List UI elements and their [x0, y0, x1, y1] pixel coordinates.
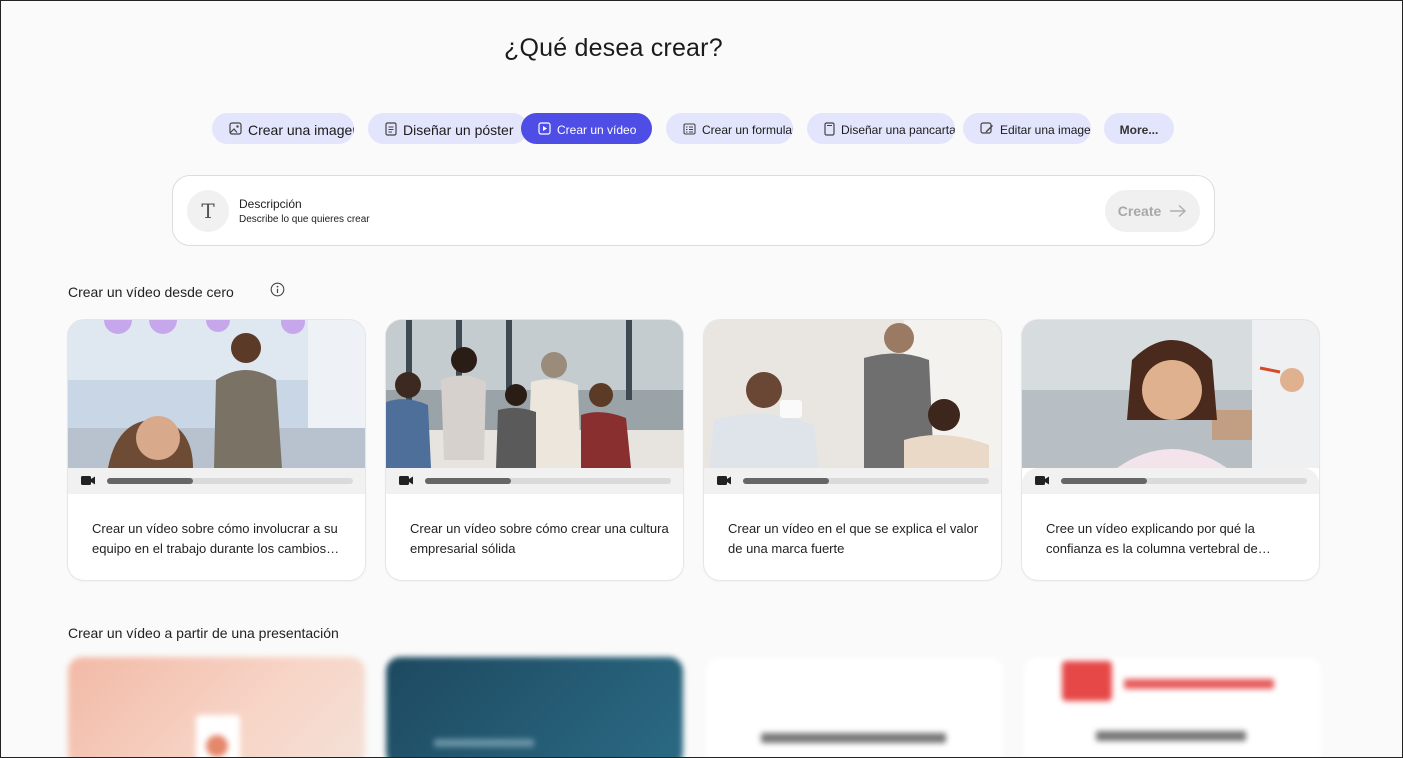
- card-description: Crear un vídeo sobre cómo involucrar a s…: [92, 521, 338, 556]
- tab-label: Crear una imagen: [248, 121, 354, 138]
- video-template-card[interactable]: Crear un vídeo sobre cómo crear una cult…: [386, 320, 683, 580]
- video-player-bar: [704, 468, 1001, 494]
- progress-fill: [425, 478, 512, 484]
- section-title-presentation: Crear un vídeo a partir de una presentac…: [68, 625, 339, 641]
- slide-text-placeholder: [761, 733, 946, 743]
- card-thumbnail: [1022, 320, 1319, 468]
- video-icon: [538, 122, 551, 135]
- create-button[interactable]: Create: [1105, 190, 1200, 232]
- progress-track: [425, 478, 671, 484]
- slide-text-placeholder: [1096, 731, 1246, 741]
- video-camera-icon: [717, 476, 731, 485]
- tab-label: Crear un vídeo: [557, 122, 637, 137]
- prompt-box[interactable]: T Descripción Describe lo que quieres cr…: [172, 175, 1215, 246]
- tab-crear-video[interactable]: Crear un vídeo: [521, 113, 652, 144]
- tab-disenar-pancarta[interactable]: Diseñar una pancarta: [807, 113, 955, 144]
- card-description: Crear un vídeo en el que se explica el v…: [728, 521, 979, 556]
- tab-disenar-poster[interactable]: Diseñar un póster: [368, 113, 528, 144]
- presentation-card[interactable]: [706, 657, 1003, 758]
- tab-label: Diseñar un póster: [403, 121, 514, 138]
- video-player-bar: [386, 468, 683, 494]
- presentation-card[interactable]: [386, 657, 683, 758]
- video-template-card[interactable]: Cree un vídeo explicando por qué la conf…: [1022, 320, 1319, 580]
- arrow-right-icon: [1170, 204, 1187, 218]
- more-tabs-button[interactable]: More...: [1104, 113, 1174, 144]
- video-camera-icon: [399, 476, 413, 485]
- banner-icon: [824, 121, 835, 136]
- section-title-scratch: Crear un vídeo desde cero: [68, 284, 234, 300]
- card-thumbnail: [68, 320, 365, 468]
- video-player-bar: [1022, 468, 1319, 494]
- tab-editar-imagen[interactable]: Editar una imagen: [963, 113, 1091, 144]
- tab-crear-formulario[interactable]: Crear un formulario: [666, 113, 793, 144]
- slide-logo: [1062, 661, 1112, 701]
- video-template-card[interactable]: Crear un vídeo en el que se explica el v…: [704, 320, 1001, 580]
- tab-crear-imagen[interactable]: Crear una imagen: [212, 113, 354, 144]
- text-icon: T: [187, 190, 229, 232]
- tab-label: Crear un formulario: [702, 122, 793, 137]
- card-thumbnail: [704, 320, 1001, 468]
- prompt-title: Descripción: [239, 197, 302, 211]
- card-description: Cree un vídeo explicando por qué la conf…: [1046, 521, 1258, 556]
- create-label: Create: [1117, 203, 1162, 219]
- slide-banner: [1124, 679, 1274, 689]
- poster-icon: [385, 121, 397, 136]
- card-thumbnail: [386, 320, 683, 468]
- card-description: Crear un vídeo sobre cómo crear una cult…: [410, 521, 669, 556]
- presentation-card[interactable]: [68, 657, 365, 758]
- video-template-card[interactable]: Crear un vídeo sobre cómo involucrar a s…: [68, 320, 365, 580]
- image-icon: [229, 122, 242, 135]
- form-icon: [683, 122, 696, 135]
- slide-text-placeholder: [434, 739, 534, 747]
- progress-track: [1061, 478, 1307, 484]
- progress-track: [107, 478, 353, 484]
- progress-fill: [1061, 478, 1148, 484]
- tab-label: Diseñar una pancarta: [841, 122, 955, 137]
- presentation-card[interactable]: [1024, 657, 1321, 758]
- progress-fill: [107, 478, 194, 484]
- slide-graphic: [206, 735, 228, 757]
- video-camera-icon: [81, 476, 95, 485]
- tab-label: More...: [1119, 122, 1159, 137]
- page-title: ¿Qué desea crear?: [504, 34, 723, 62]
- info-icon[interactable]: [270, 282, 285, 297]
- prompt-placeholder[interactable]: Describe lo que quieres crear: [239, 214, 370, 225]
- progress-track: [743, 478, 989, 484]
- progress-fill: [743, 478, 830, 484]
- video-camera-icon: [1035, 476, 1049, 485]
- tab-label: Editar una imagen: [1000, 122, 1091, 137]
- edit-image-icon: [980, 122, 993, 134]
- video-player-bar: [68, 468, 365, 494]
